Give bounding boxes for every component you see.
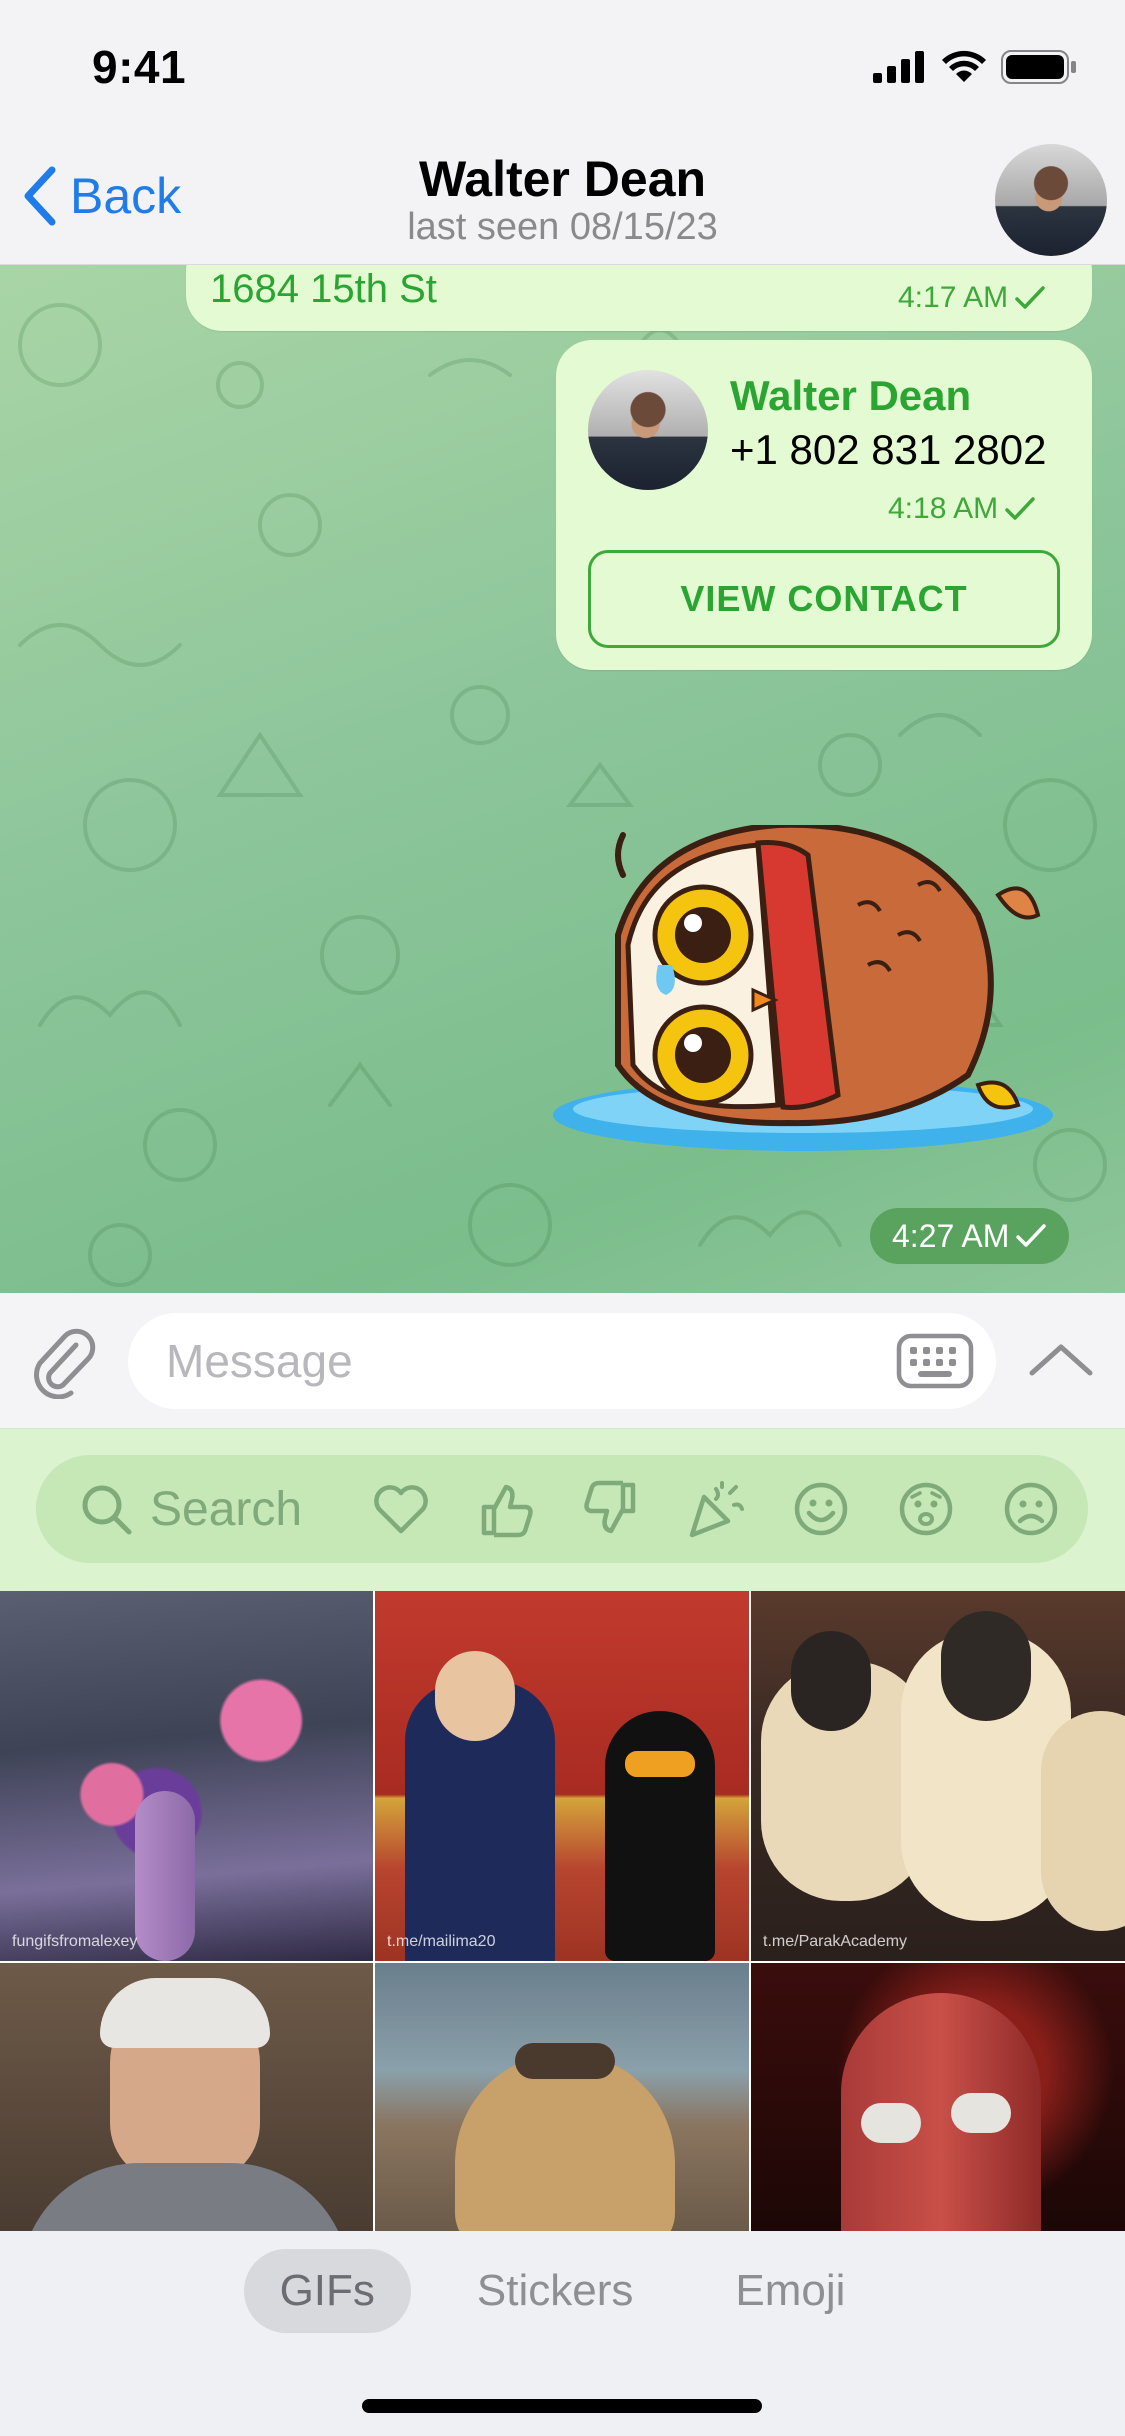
status-time: 9:41 (92, 41, 187, 93)
gif-thumbnail-cartoon[interactable]: t.me/mailima20 (375, 1591, 749, 1961)
owl-sticker[interactable] (538, 825, 1058, 1155)
gif-search-panel: Search (0, 1429, 1125, 1591)
tab-gifs[interactable]: GIFs (243, 2249, 411, 2333)
wifi-icon (942, 50, 986, 82)
message-time: 4:27 AM (892, 1217, 1010, 1254)
thumbs-down-icon[interactable] (581, 1479, 641, 1539)
home-indicator[interactable] (362, 2399, 762, 2413)
media-tab-bar: GIFs Stickers Emoji (0, 2231, 1125, 2436)
contact-phone[interactable]: +1 802 831 2802 (730, 426, 1046, 474)
gif-credit: t.me/mailima20 (387, 1933, 496, 1950)
message-composer (0, 1293, 1125, 1429)
keyboard-icon[interactable] (896, 1333, 974, 1389)
worried-face-icon[interactable] (896, 1479, 956, 1539)
gif-credit: t.me/ParakAcademy (763, 1933, 908, 1950)
gif-grid: fungifsfromalexey t.me/mailima20 t.me/Pa… (0, 1591, 1125, 2231)
smile-icon[interactable] (791, 1479, 851, 1539)
address-text[interactable]: 1684 15th St (210, 267, 437, 312)
media-tabs: GIFs Stickers Emoji (0, 2249, 1125, 2333)
message-time: 4:18 AM (888, 492, 999, 525)
search-icon (82, 1485, 132, 1535)
contact-name: Walter Dean (730, 372, 972, 419)
chat-area[interactable]: 1684 15th St 4:17 AM Walter Dean +1 802 … (0, 265, 1125, 1293)
gif-search-placeholder[interactable]: Search (150, 1482, 326, 1537)
chat-title[interactable]: Walter Dean (0, 150, 1125, 208)
message-time: 4:17 AM (898, 281, 1009, 314)
tab-emoji[interactable]: Emoji (699, 2249, 881, 2333)
avatar[interactable] (995, 144, 1107, 256)
gif-thumbnail-sheep[interactable]: t.me/ParakAcademy (751, 1591, 1125, 1961)
status-bar: 9:41 (0, 0, 1125, 132)
battery-icon (1001, 50, 1076, 84)
sad-face-icon[interactable] (1001, 1479, 1061, 1539)
sticker-time-badge: 4:27 AM (870, 1208, 1070, 1264)
gif-thumbnail-sausage[interactable] (751, 1963, 1125, 2231)
chat-header: Back Walter Dean last seen 08/15/23 (0, 132, 1125, 265)
message-input[interactable] (128, 1313, 996, 1409)
gif-thumbnail-mushroom[interactable]: fungifsfromalexey (0, 1591, 373, 1961)
cellular-signal-icon (873, 51, 924, 83)
contact-avatar[interactable] (588, 370, 708, 490)
last-seen-status: last seen 08/15/23 (407, 206, 718, 248)
message-meta: 4:17 AM (898, 281, 1046, 315)
checkmark-icon (1016, 1224, 1047, 1247)
checkmark-icon (1015, 286, 1045, 309)
message-bubble-address[interactable]: 1684 15th St 4:17 AM (186, 265, 1092, 331)
heart-icon[interactable] (371, 1479, 431, 1539)
paperclip-icon[interactable] (28, 1323, 98, 1399)
party-popper-icon[interactable] (686, 1479, 746, 1539)
gif-thumbnail-dog[interactable] (375, 1963, 749, 2231)
gif-search-bar[interactable]: Search (36, 1455, 1088, 1563)
message-meta: 4:18 AM (888, 492, 1036, 526)
gif-credit: fungifsfromalexey (12, 1933, 138, 1950)
status-icons (873, 50, 1077, 84)
view-contact-button[interactable]: VIEW CONTACT (588, 550, 1060, 648)
thumbs-up-icon[interactable] (476, 1479, 536, 1539)
message-bubble-contact[interactable]: Walter Dean +1 802 831 2802 4:18 AM VIEW… (556, 340, 1092, 670)
gif-thumbnail-man[interactable] (0, 1963, 373, 2231)
tab-stickers[interactable]: Stickers (441, 2249, 669, 2333)
chevron-up-icon[interactable] (1026, 1335, 1096, 1385)
checkmark-icon (1005, 497, 1035, 520)
